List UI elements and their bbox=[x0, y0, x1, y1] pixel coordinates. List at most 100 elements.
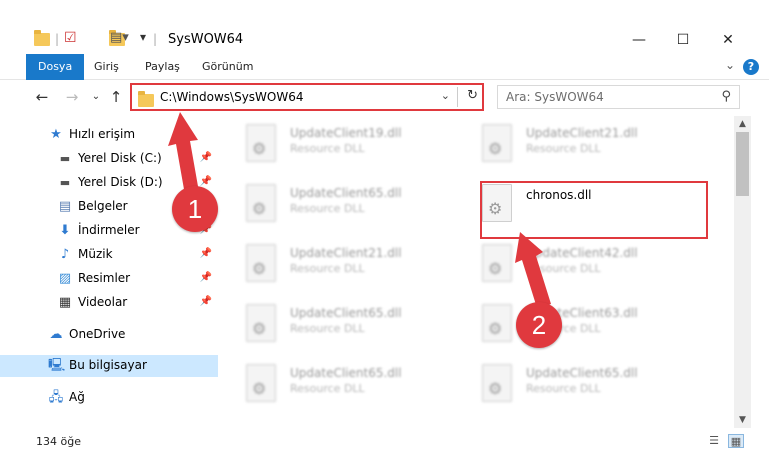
address-dropdown-icon[interactable]: ⌄ bbox=[441, 89, 450, 102]
dll-file-icon bbox=[246, 244, 276, 282]
large-icons-view-icon[interactable]: ▦ bbox=[728, 434, 744, 448]
help-icon[interactable]: ? bbox=[743, 59, 759, 75]
sidebar-item-label: Yerel Disk (D:) bbox=[78, 175, 163, 189]
sidebar-item-label: Bu bilgisayar bbox=[69, 358, 147, 372]
file-name: UpdateClient65.dll bbox=[290, 366, 402, 380]
file-description: Resource DLL bbox=[526, 262, 601, 275]
sidebar-item-label: Müzik bbox=[78, 247, 113, 261]
sidebar-item-videos[interactable]: ▦ Videolar 📌 bbox=[0, 292, 218, 314]
sidebar-item-label: Belgeler bbox=[78, 199, 128, 213]
pin-icon: 📌 bbox=[199, 272, 212, 283]
properties-icon[interactable]: ☑ bbox=[64, 30, 77, 50]
separator: | bbox=[153, 32, 158, 46]
scroll-thumb[interactable] bbox=[736, 132, 749, 196]
file-item[interactable]: UpdateClient19.dll Resource DLL bbox=[228, 120, 468, 170]
sidebar-item-label: OneDrive bbox=[69, 327, 126, 341]
address-bar[interactable]: C:\Windows\SysWOW64 ⌄ ↻ bbox=[130, 83, 484, 111]
sidebar-item-quick-access[interactable]: ★ Hızlı erişim bbox=[0, 124, 218, 146]
file-item[interactable]: UpdateClient63.dll Resource DLL bbox=[464, 300, 704, 350]
close-button[interactable]: ✕ bbox=[706, 26, 750, 54]
dll-file-icon bbox=[246, 124, 276, 162]
window-title: SysWOW64 bbox=[168, 32, 244, 47]
sidebar-item-network[interactable]: 🖧 Ağ bbox=[0, 387, 218, 409]
scroll-up-icon[interactable]: ▲ bbox=[734, 116, 751, 132]
customize-toolbar-icon[interactable]: ▤▾ bbox=[110, 30, 129, 50]
maximize-button[interactable]: ☐ bbox=[661, 26, 705, 54]
separator: | bbox=[55, 32, 60, 46]
drive-icon: ▬ bbox=[59, 152, 71, 165]
file-list: UpdateClient19.dll Resource DLL UpdateCl… bbox=[228, 116, 734, 428]
vertical-scrollbar[interactable]: ▲ ▼ bbox=[734, 116, 751, 428]
file-description: Resource DLL bbox=[290, 262, 365, 275]
file-name: UpdateClient21.dll bbox=[526, 126, 638, 140]
expand-ribbon-icon[interactable]: ⌄ bbox=[725, 58, 735, 72]
file-item[interactable]: UpdateClient42.dll Resource DLL bbox=[464, 240, 704, 290]
pin-icon: 📌 bbox=[199, 176, 212, 187]
navigation-bar: ← → ⌄ ↑ C:\Windows\SysWOW64 ⌄ ↻ Ara: Sys… bbox=[0, 80, 769, 116]
file-item[interactable]: UpdateClient65.dll Resource DLL bbox=[464, 360, 704, 410]
scroll-down-icon[interactable]: ▼ bbox=[734, 412, 751, 428]
file-description: Resource DLL bbox=[290, 142, 365, 155]
forward-button[interactable]: → bbox=[62, 86, 82, 108]
recent-locations-button[interactable]: ⌄ bbox=[86, 86, 106, 108]
pictures-icon: ▨ bbox=[58, 271, 72, 286]
folder-icon bbox=[34, 30, 50, 46]
file-description: Resource DLL bbox=[290, 382, 365, 395]
file-name: UpdateClient65.dll bbox=[290, 186, 402, 200]
minimize-button[interactable]: — bbox=[617, 26, 661, 54]
star-icon: ★ bbox=[50, 127, 62, 142]
dll-file-icon bbox=[246, 364, 276, 402]
sidebar-item-local-disk-c[interactable]: ▬ Yerel Disk (C:) 📌 bbox=[0, 148, 218, 170]
quick-access-dropdown-icon[interactable]: ▾ bbox=[140, 30, 146, 50]
refresh-icon[interactable]: ↻ bbox=[467, 88, 478, 103]
dll-file-icon bbox=[482, 244, 512, 282]
download-icon: ⬇ bbox=[59, 223, 71, 238]
folder-icon bbox=[138, 91, 154, 107]
navigation-pane: ★ Hızlı erişim ▬ Yerel Disk (C:) 📌 ▬ Yer… bbox=[0, 116, 218, 428]
network-icon: 🖧 bbox=[48, 390, 64, 405]
item-count: 134 öğe bbox=[36, 435, 81, 448]
dll-file-icon bbox=[482, 304, 512, 342]
sidebar-item-label: Videolar bbox=[78, 295, 128, 309]
status-bar: 134 öğe ☰ ▦ bbox=[0, 430, 769, 454]
address-text[interactable]: C:\Windows\SysWOW64 bbox=[160, 90, 304, 104]
callout-badge-1: 1 bbox=[172, 186, 218, 232]
cloud-icon: ☁ bbox=[49, 327, 63, 342]
sidebar-item-music[interactable]: ♪ Müzik 📌 bbox=[0, 244, 218, 266]
sidebar-item-onedrive[interactable]: ☁ OneDrive bbox=[0, 324, 218, 346]
sidebar-item-this-pc[interactable]: 🖳 Bu bilgisayar bbox=[0, 355, 218, 377]
file-description: Resource DLL bbox=[526, 142, 601, 155]
search-icon[interactable]: ⚲ bbox=[721, 89, 731, 104]
pin-icon: 📌 bbox=[199, 248, 212, 259]
tab-home[interactable]: Giriş bbox=[94, 54, 119, 80]
file-item[interactable]: UpdateClient65.dll Resource DLL bbox=[228, 360, 468, 410]
sidebar-item-label: Resimler bbox=[78, 271, 131, 285]
up-button[interactable]: ↑ bbox=[106, 86, 126, 108]
tab-share[interactable]: Paylaş bbox=[145, 54, 180, 80]
search-input[interactable]: Ara: SysWOW64 ⚲ bbox=[497, 85, 740, 109]
title-bar: | ☑ ▤▾ ▾ | SysWOW64 — ☐ ✕ bbox=[0, 0, 769, 54]
file-name: UpdateClient19.dll bbox=[290, 126, 402, 140]
file-item[interactable]: UpdateClient21.dll Resource DLL bbox=[464, 120, 704, 170]
sidebar-item-pictures[interactable]: ▨ Resimler 📌 bbox=[0, 268, 218, 290]
file-name: UpdateClient65.dll bbox=[526, 366, 638, 380]
computer-icon: 🖳 bbox=[48, 358, 66, 373]
tab-view[interactable]: Görünüm bbox=[202, 54, 253, 80]
file-item[interactable]: UpdateClient21.dll Resource DLL bbox=[228, 240, 468, 290]
dll-file-icon bbox=[246, 184, 276, 222]
file-item[interactable]: UpdateClient65.dll Resource DLL bbox=[228, 180, 468, 230]
details-view-icon[interactable]: ☰ bbox=[706, 434, 722, 448]
file-description: Resource DLL bbox=[290, 202, 365, 215]
sidebar-item-label: İndirmeler bbox=[78, 223, 140, 237]
back-button[interactable]: ← bbox=[32, 86, 52, 108]
drive-icon: ▬ bbox=[59, 176, 71, 189]
divider bbox=[457, 87, 458, 107]
sidebar-item-label: Ağ bbox=[69, 390, 85, 404]
file-name: UpdateClient21.dll bbox=[290, 246, 402, 260]
file-name: UpdateClient42.dll bbox=[526, 246, 638, 260]
pin-icon: 📌 bbox=[199, 152, 212, 163]
music-icon: ♪ bbox=[60, 247, 70, 262]
file-item[interactable]: UpdateClient65.dll Resource DLL bbox=[228, 300, 468, 350]
tab-file[interactable]: Dosya bbox=[26, 54, 85, 80]
dll-file-icon bbox=[246, 304, 276, 342]
